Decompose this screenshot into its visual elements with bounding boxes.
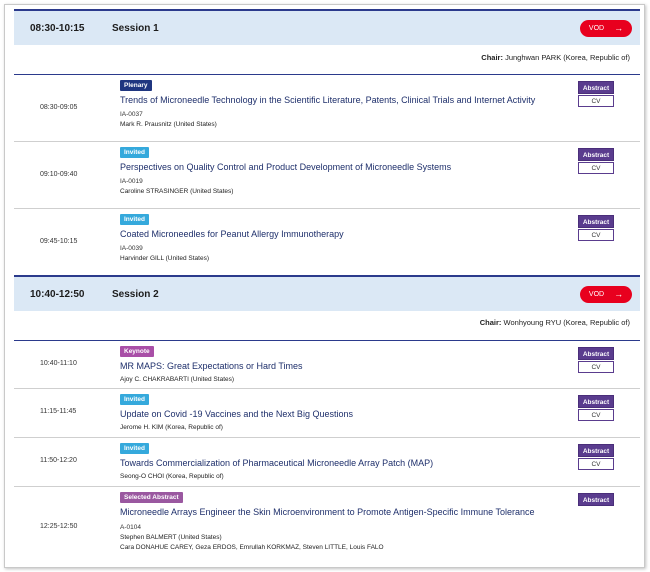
session-chair: Chair: Junghwan PARK (Korea, Republic of…	[481, 53, 630, 62]
talk-row: 08:30-09:05 Plenary Trends of Microneedl…	[14, 75, 640, 142]
talk-row: 10:40-11:10 Keynote MR MAPS: Great Expec…	[14, 341, 640, 389]
session-chair: Chair: Wonhyoung RYU (Korea, Republic of…	[480, 318, 630, 327]
talk-author: Mark R. Prausnitz (United States)	[120, 121, 217, 128]
talk-row: 09:45-10:15 Invited Coated Microneedles …	[14, 209, 640, 276]
talk-author: Ajoy C. CHAKRABARTI (United States)	[120, 376, 235, 383]
talk-title: Update on Covid -19 Vaccines and the Nex…	[120, 409, 353, 419]
talk-time: 10:40-11:10	[40, 360, 77, 367]
talk-type-badge: Invited	[120, 147, 149, 158]
talk-type-badge: Invited	[120, 214, 149, 225]
cv-button[interactable]: CV	[578, 229, 614, 241]
talk-title: Coated Microneedles for Peanut Allergy I…	[120, 229, 344, 239]
cv-button[interactable]: CV	[578, 361, 614, 373]
talk-type-badge: Plenary	[120, 80, 152, 91]
abstract-button[interactable]: Abstract	[578, 395, 614, 408]
chair-label: Chair:	[479, 318, 502, 327]
session-time: 08:30-10:15	[30, 22, 85, 34]
abstract-button[interactable]: Abstract	[578, 81, 614, 94]
talk-row: 11:15-11:45 Invited Update on Covid -19 …	[14, 389, 640, 438]
talk-coauthors: Cara DONAHUE CAREY, Geza ERDOS, Emrullah…	[120, 544, 384, 551]
talk-title: MR MAPS: Great Expectations or Hard Time…	[120, 361, 303, 371]
vod-button[interactable]: VOD →	[580, 19, 632, 37]
talk-author: Harvinder GILL (United States)	[120, 255, 209, 262]
talk-type-badge: Invited	[120, 394, 149, 405]
talk-time: 09:45-10:15	[40, 238, 78, 245]
chair-name: Junghwan PARK (Korea, Republic of)	[505, 53, 630, 62]
talk-type-badge: Selected Abstract	[120, 492, 183, 503]
talk-type-badge: Keynote	[120, 346, 154, 357]
arrow-right-icon: →	[614, 289, 624, 299]
abstract-button[interactable]: Abstract	[578, 215, 614, 228]
cv-button[interactable]: CV	[578, 409, 614, 421]
arrow-right-icon: →	[614, 23, 624, 33]
talk-title: Microneedle Arrays Engineer the Skin Mic…	[120, 507, 535, 517]
session-name: Session 1	[112, 22, 159, 34]
cv-button[interactable]: CV	[578, 162, 614, 174]
talk-title: Trends of Microneedle Technology in the …	[120, 95, 536, 105]
cv-button[interactable]: CV	[578, 95, 614, 107]
talk-time: 09:10-09:40	[40, 171, 78, 178]
talk-time: 12:25-12:50	[40, 523, 78, 530]
vod-button[interactable]: VOD →	[580, 285, 632, 303]
talk-title: Perspectives on Quality Control and Prod…	[120, 162, 452, 172]
session-header-2: 10:40-12:50 Session 2 VOD →	[14, 275, 640, 311]
talk-type-badge: Invited	[120, 443, 149, 454]
talk-author: Seong-O CHOI (Korea, Republic of)	[120, 473, 224, 480]
talk-code: A-0104	[120, 524, 141, 531]
talk-code: IA-0019	[120, 178, 143, 185]
vod-label: VOD	[588, 24, 605, 32]
talk-author: Caroline STRASINGER (United States)	[120, 188, 234, 195]
abstract-button[interactable]: Abstract	[578, 347, 614, 360]
talk-time: 11:50-12:20	[40, 457, 77, 464]
talk-title: Towards Commercialization of Pharmaceuti…	[120, 458, 434, 468]
session-header-1: 08:30-10:15 Session 1 VOD →	[14, 9, 640, 45]
talk-code: IA-0037	[120, 111, 143, 118]
talk-time: 08:30-09:05	[40, 104, 78, 111]
session-name: Session 2	[112, 288, 159, 300]
program-frame: 08:30-10:15 Session 1 VOD → Chair: Jungh…	[4, 4, 645, 568]
abstract-button[interactable]: Abstract	[578, 444, 614, 457]
talk-row: 12:25-12:50 Selected Abstract Microneedl…	[14, 487, 640, 567]
talk-code: IA-0039	[120, 245, 143, 252]
chair-label: Chair:	[481, 53, 503, 62]
abstract-button[interactable]: Abstract	[578, 493, 614, 506]
vod-label: VOD	[588, 290, 605, 298]
talk-time: 11:15-11:45	[40, 408, 77, 415]
abstract-button[interactable]: Abstract	[578, 148, 614, 161]
talk-author: Stephen BALMERT (United States)	[120, 534, 222, 541]
cv-button[interactable]: CV	[578, 458, 614, 470]
talk-row: 09:10-09:40 Invited Perspectives on Qual…	[14, 142, 640, 209]
chair-name: Wonhyoung RYU (Korea, Republic of)	[503, 318, 630, 327]
talk-row: 11:50-12:20 Invited Towards Commercializ…	[14, 438, 640, 487]
session-time: 10:40-12:50	[30, 288, 85, 300]
talk-author: Jerome H. KIM (Korea, Republic of)	[120, 424, 223, 431]
